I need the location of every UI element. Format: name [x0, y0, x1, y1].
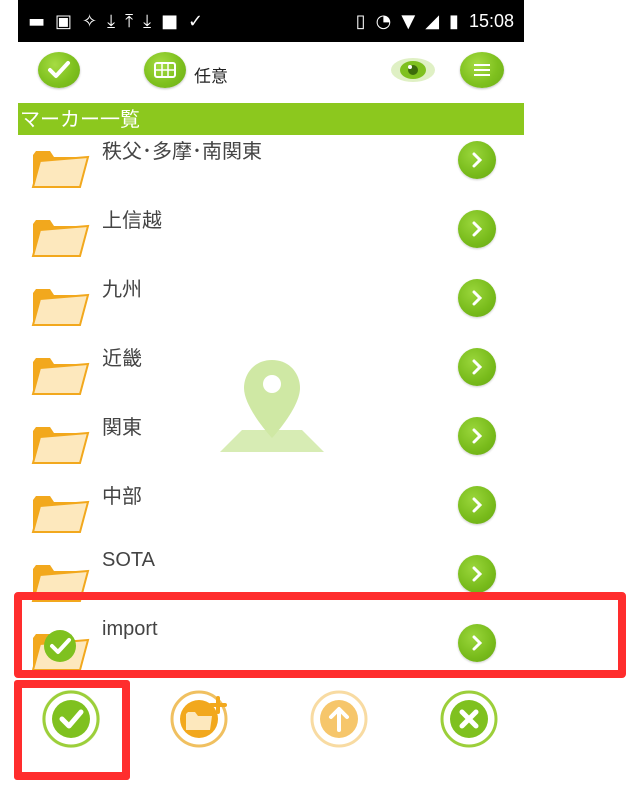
upload-arrow-icon [310, 690, 368, 748]
vibrate-icon: ▯ [355, 10, 366, 32]
list-item-label: 上信越 [102, 210, 162, 232]
image-icon: ▣ [55, 10, 73, 32]
list-item[interactable]: 関東 [18, 411, 518, 481]
folder-icon [31, 496, 90, 533]
status-right-icons: ▯ ◔ ▼ ◢ ▮ 15:08 [356, 11, 514, 32]
grid-mode-label[interactable]: 任意 [194, 62, 228, 87]
chevron-right-icon [472, 221, 483, 237]
status-left-icons: ▬ ▣ ✧ ⤓ ⤒ ⤓ ■ ✓ [28, 11, 203, 32]
menu-button[interactable] [460, 52, 504, 88]
status-bar: ▬ ▣ ✧ ⤓ ⤒ ⤓ ■ ✓ ▯ ◔ ▼ ◢ ▮ 15:08 [18, 0, 524, 42]
list-item-selected[interactable]: import [18, 618, 518, 680]
upload-button[interactable] [310, 690, 368, 748]
ok-button[interactable] [42, 690, 100, 748]
open-folder-button[interactable] [458, 279, 496, 317]
download-icon: ⤓ [107, 10, 116, 32]
grid-view-button[interactable] [144, 52, 186, 88]
list-item-label: 中部 [102, 486, 142, 508]
open-folder-button[interactable] [458, 555, 496, 593]
folder-icon [31, 151, 90, 188]
new-folder-button[interactable] [170, 690, 228, 748]
folder-icon [31, 427, 90, 464]
list-item[interactable]: 中部 [18, 480, 518, 550]
marker-list[interactable]: 秩父･多摩･南関東 上信越 九州 近畿 関東 中部 SOTA import [18, 135, 518, 680]
download-icon: ⤓ [143, 10, 152, 32]
chevron-right-icon [472, 566, 483, 582]
battery-icon: ▮ [449, 10, 459, 32]
new-folder-icon [170, 690, 228, 748]
status-time: 15:08 [468, 10, 514, 31]
chevron-right-icon [472, 635, 483, 651]
section-header: マーカー一覧 [18, 103, 524, 135]
list-item-label: 関東 [102, 417, 142, 439]
list-item[interactable]: 秩父･多摩･南関東 [18, 135, 518, 205]
list-item-label: import [102, 618, 158, 640]
confirm-check-button[interactable] [38, 52, 80, 88]
check-download-icon: ✓ [188, 10, 204, 32]
toolbar: 任意 [18, 42, 524, 102]
chevron-right-icon [472, 152, 483, 168]
chevron-right-icon [472, 359, 483, 375]
alarm-icon: ◔ [375, 10, 392, 32]
chevron-right-icon [472, 428, 483, 444]
ok-check-icon [42, 690, 100, 748]
hamburger-menu-icon [474, 64, 490, 76]
list-item[interactable]: 九州 [18, 273, 518, 343]
chevron-right-icon [472, 290, 483, 306]
chevron-right-icon [472, 497, 483, 513]
folder-icon [31, 289, 90, 326]
square-icon: ■ [161, 10, 179, 32]
visibility-eye-button[interactable] [390, 56, 436, 84]
list-item[interactable]: SOTA [18, 549, 518, 619]
open-folder-button[interactable] [458, 486, 496, 524]
list-item-label: 近畿 [102, 348, 142, 370]
check-icon [48, 61, 70, 78]
open-folder-button[interactable] [458, 624, 496, 662]
close-button[interactable] [440, 690, 498, 748]
folder-icon [31, 358, 90, 395]
open-folder-button[interactable] [458, 141, 496, 179]
open-folder-button[interactable] [458, 348, 496, 386]
folder-icon [31, 220, 90, 257]
list-item-label: 秩父･多摩･南関東 [102, 141, 262, 163]
open-folder-button[interactable] [458, 210, 496, 248]
folder-icon [31, 565, 90, 602]
close-x-icon [440, 690, 498, 748]
upload-icon: ⤒ [125, 10, 134, 32]
brightness-icon: ✧ [82, 10, 98, 32]
list-item[interactable]: 上信越 [18, 204, 518, 274]
grid-icon [154, 62, 176, 78]
signal-icon: ◢ [425, 10, 440, 32]
list-item-label: 九州 [102, 279, 142, 301]
wifi-icon: ▼ [401, 10, 416, 32]
message-icon: ▬ [28, 10, 46, 32]
list-item[interactable]: 近畿 [18, 342, 518, 412]
eye-icon [391, 58, 435, 82]
open-folder-button[interactable] [458, 417, 496, 455]
selected-check-icon [44, 630, 76, 662]
list-item-label: SOTA [102, 549, 155, 571]
